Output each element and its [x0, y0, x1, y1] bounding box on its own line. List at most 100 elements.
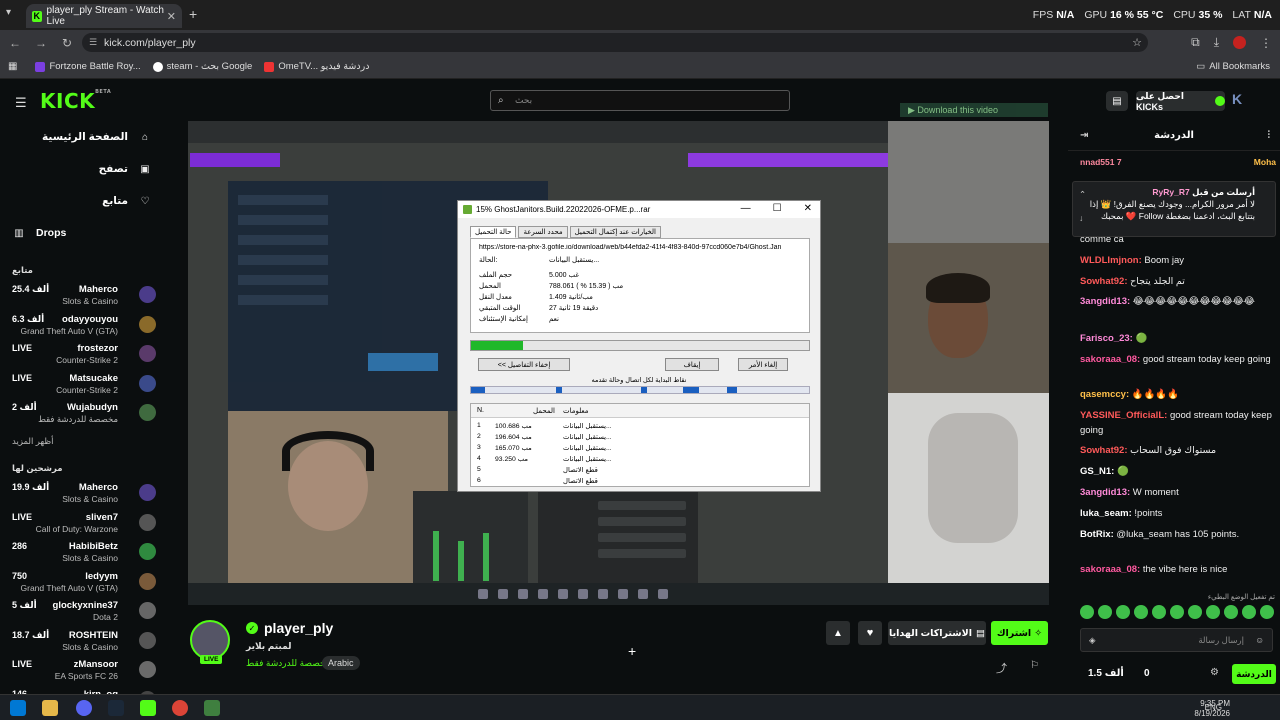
- cancel-button[interactable]: إلغاء الأمر: [738, 358, 788, 371]
- streamer-name[interactable]: ✓ player_ply: [246, 620, 333, 636]
- chat-username[interactable]: qasemccy:: [1080, 389, 1129, 400]
- streamer-avatar[interactable]: [190, 620, 230, 660]
- hamburger-menu-icon[interactable]: ☰: [15, 95, 27, 111]
- menu-icon[interactable]: ⋮: [1260, 36, 1272, 50]
- expand-pin-icon[interactable]: ↓: [1079, 212, 1083, 224]
- url-field[interactable]: ☰ kick.com/player_ply ☆: [82, 33, 1148, 52]
- kick-logo[interactable]: KICKBETA: [40, 89, 111, 113]
- get-kicks-button[interactable]: احصل على KICKs: [1136, 91, 1225, 112]
- sidebar-channel[interactable]: 2 ألف Wujabudyn مخصصة للدردشة فقط: [10, 401, 160, 429]
- tab-on-complete[interactable]: الخيارات عند إكتمال التحميل: [569, 226, 661, 238]
- user-k-button[interactable]: K: [1232, 91, 1242, 107]
- chat-message: luka_seam: !points: [1080, 506, 1275, 521]
- discord-icon[interactable]: [76, 700, 92, 716]
- new-tab-icon[interactable]: +: [189, 6, 197, 22]
- share-icon[interactable]: ⤴: [996, 660, 1007, 676]
- hide-details-button[interactable]: << إخفاء التفاصيل: [478, 358, 570, 371]
- tab-close-icon[interactable]: ✕: [167, 10, 176, 23]
- sidebar-item-following[interactable]: متابع ♡: [10, 191, 152, 211]
- channel-avatar: [139, 543, 156, 560]
- sidebar-channel[interactable]: 750 ledyym Grand Theft Auto V (GTA): [10, 570, 160, 598]
- pause-button[interactable]: إيقاف: [665, 358, 719, 371]
- sidebar-channel[interactable]: 19.9 ألف Maherco Slots & Casino: [10, 481, 160, 509]
- bookmark-steam[interactable]: steam - بحث Google: [152, 61, 252, 72]
- chat-username[interactable]: sakoraaa_08:: [1080, 564, 1140, 575]
- sidebar-channel[interactable]: 6.3 ألف odayyouyou Grand Theft Auto V (GTA…: [10, 313, 160, 341]
- sidebar-channel[interactable]: LIVE Matsucake Counter-Strike 2: [10, 372, 160, 400]
- bookmark-star-icon[interactable]: ☆: [1132, 36, 1142, 49]
- sidebar-item-browse[interactable]: تصفح ▣: [10, 159, 152, 179]
- kick-app-icon[interactable]: [140, 700, 156, 716]
- chat-username[interactable]: Sowhat92:: [1080, 276, 1128, 287]
- tab-download-status[interactable]: حالة التحميل: [470, 226, 517, 238]
- sidebar-item-drops[interactable]: ▥ Drops: [12, 223, 152, 243]
- extensions-icon[interactable]: ⧉: [1191, 35, 1200, 50]
- windows-start-icon[interactable]: [10, 700, 26, 716]
- show-more-link[interactable]: أظهر المزيد: [12, 436, 53, 447]
- chat-username[interactable]: luka_seam:: [1080, 508, 1132, 519]
- follow-heart-button[interactable]: ♥: [858, 621, 882, 645]
- shield-icon[interactable]: ◈: [1089, 635, 1096, 646]
- apps-icon[interactable]: ▦: [8, 61, 17, 72]
- tab-search-icon[interactable]: ▾: [6, 7, 11, 18]
- chat-username[interactable]: GS_N1:: [1080, 466, 1114, 477]
- options-icon[interactable]: ⚐: [1030, 660, 1039, 671]
- emoji-icon[interactable]: ☺: [1255, 635, 1264, 645]
- channel-avatar: [139, 602, 156, 619]
- gift-icon[interactable]: ▤: [1106, 91, 1128, 111]
- download-video-button[interactable]: ▶ Download this video: [900, 103, 1048, 117]
- sidebar-channel[interactable]: 25.4 ألف Maherco Slots & Casino: [10, 283, 160, 311]
- chat-users-icon[interactable]: ⫶: [1268, 130, 1271, 141]
- tab-speed-limiter[interactable]: محدد السرعة: [518, 226, 568, 238]
- site-info-icon[interactable]: ☰: [89, 37, 97, 48]
- channel-name: ledyym: [85, 570, 118, 582]
- chat-username[interactable]: BotRix:: [1080, 529, 1114, 540]
- subscribe-button[interactable]: اشتراك ✧: [991, 621, 1048, 645]
- sidebar-channel[interactable]: 18.7 ألف ROSHTEIN Slots & Casino: [10, 629, 160, 657]
- sidebar-channel[interactable]: LIVE frostezor Counter-Strike 2: [10, 342, 160, 370]
- settings-gear-icon[interactable]: ⚙: [1210, 667, 1219, 678]
- browser-tab-active[interactable]: K player_ply Stream - Watch Live ✕: [26, 4, 182, 28]
- sidebar-channel[interactable]: 286 HabibiBetz Slots & Casino: [10, 540, 160, 568]
- chat-username[interactable]: 3angdid13:: [1080, 487, 1130, 498]
- chat-username[interactable]: sakoraaa_08:: [1080, 354, 1140, 365]
- language-tag[interactable]: Arabic: [322, 656, 360, 670]
- download-icon[interactable]: ⤓: [1214, 35, 1219, 50]
- stream-category[interactable]: مخصصة للدردشة فقط: [246, 658, 331, 669]
- stat-cpu: CPU 35 %: [1173, 9, 1223, 21]
- sidebar-channel[interactable]: LIVE sliven7 Call of Duty: Warzone: [10, 511, 160, 539]
- sidebar-channel[interactable]: 5 ألف glockyxnine37 Dota 2: [10, 599, 160, 627]
- clock[interactable]: 9:35 PM 8/19/2026: [1194, 699, 1230, 719]
- bookmark-ometv[interactable]: OmeTV... دردشة فيديو: [264, 61, 369, 72]
- connections-table: N. المحمل معلومات 1 100.686 مب يستقبل البي…: [470, 403, 810, 487]
- gift-subs-button[interactable]: الاشتراكات الهدايا ▤: [888, 621, 986, 645]
- chat-send-button[interactable]: الدردشة: [1232, 664, 1276, 684]
- table-row: 2 196.604 مب يستقبل البيانات...: [477, 433, 612, 441]
- close-icon[interactable]: ✕: [804, 203, 812, 214]
- search-input[interactable]: ⌕ بحث: [490, 90, 790, 111]
- file-explorer-icon[interactable]: [42, 700, 58, 716]
- chrome-icon[interactable]: [172, 700, 188, 716]
- idm-icon[interactable]: [204, 700, 220, 716]
- chat-username[interactable]: WLDLImjnon:: [1080, 255, 1142, 266]
- profile-avatar[interactable]: [1233, 36, 1246, 49]
- chat-input[interactable]: ◈ إرسال رسالة ☺: [1080, 628, 1273, 652]
- notifications-bell-icon[interactable]: ▲: [826, 621, 850, 645]
- reload-icon[interactable]: ↻: [56, 36, 78, 50]
- maximize-icon[interactable]: ☐: [773, 203, 782, 214]
- bookmark-fortnite[interactable]: Fortzone Battle Roy...: [35, 61, 141, 72]
- chat-username[interactable]: 3angdid13:: [1080, 296, 1130, 307]
- forward-icon[interactable]: →: [30, 36, 52, 50]
- steam-icon[interactable]: [108, 700, 124, 716]
- back-icon[interactable]: ←: [4, 36, 26, 50]
- chat-username[interactable]: YASSINE_OfficialL:: [1080, 410, 1167, 421]
- chat-username[interactable]: Sowhat92:: [1080, 445, 1128, 456]
- minimize-icon[interactable]: —: [741, 203, 751, 214]
- sidebar-channel[interactable]: LIVE zMansoor EA Sports FC 26: [10, 658, 160, 686]
- chat-username[interactable]: Farisco_23:: [1080, 333, 1133, 344]
- all-bookmarks[interactable]: ▭ All Bookmarks: [1196, 61, 1270, 72]
- stream-room-cam-2: [888, 393, 1049, 605]
- unpin-icon[interactable]: ⌃: [1079, 188, 1086, 200]
- sidebar-item-home[interactable]: الصفحة الرئيسية ⌂: [10, 127, 152, 147]
- collapse-chat-icon[interactable]: ⇥: [1080, 130, 1088, 141]
